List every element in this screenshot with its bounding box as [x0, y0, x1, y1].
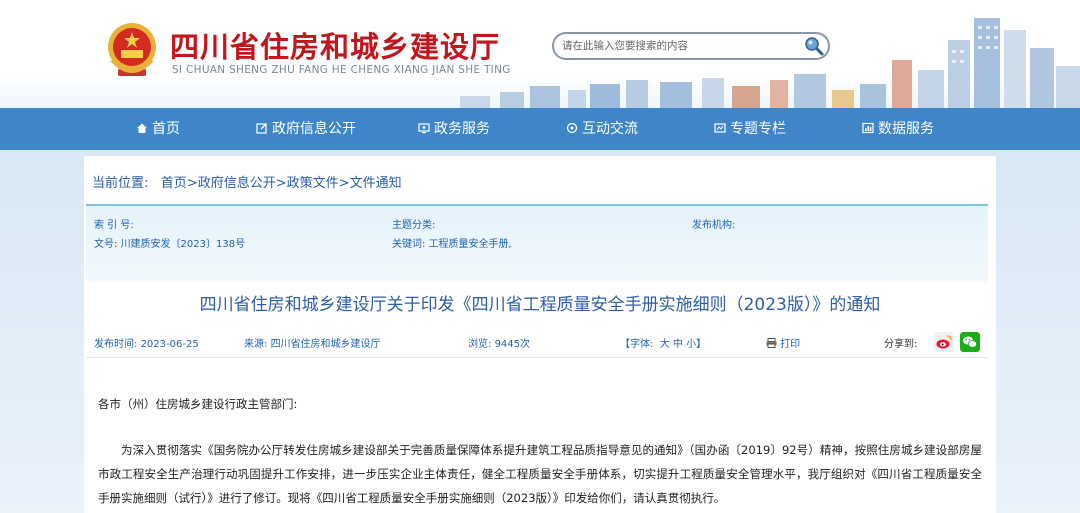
publish-time: 发布时间: 2023-06-25: [94, 335, 199, 350]
index-label: 索 引 号:: [94, 220, 134, 231]
home-icon: [137, 123, 147, 133]
breadcrumb-policy[interactable]: 政策文件: [287, 176, 339, 191]
breadcrumb-home[interactable]: 首页: [161, 176, 187, 191]
font-large-button[interactable]: 大: [660, 339, 670, 350]
national-emblem-icon: [108, 23, 156, 76]
nav-item-label: 互动交流: [582, 121, 638, 137]
article-paragraph: 为深入贯彻落实《国务院办公厅转发住房城乡建设部关于完善质量保障体系提升建筑工程品…: [98, 443, 982, 505]
service-icon: [418, 123, 430, 134]
edit-icon: [256, 123, 267, 134]
publish-date: 2023-06-25: [140, 339, 199, 350]
breadcrumb-gov-info[interactable]: 政府信息公开: [198, 176, 276, 191]
breadcrumb: 当前位置: 首页>政府信息公开>政策文件>文件通知: [92, 172, 402, 191]
data-icon: [862, 122, 874, 134]
article-panel: 当前位置: 首页>政府信息公开>政策文件>文件通知 索 引 号: 主题分类: 发…: [84, 156, 996, 513]
breadcrumb-notice[interactable]: 文件通知: [350, 176, 402, 191]
source-label: 来源:: [244, 339, 268, 350]
nav-item-label: 数据服务: [878, 121, 934, 137]
org-label: 发布机构:: [692, 220, 736, 231]
document-meta: 索 引 号: 主题分类: 发布机构: 文号: 川建质安发〔2023〕138号 关…: [86, 204, 988, 282]
nav-item-gov-service[interactable]: 政务服务: [418, 108, 490, 150]
weibo-icon[interactable]: [934, 332, 954, 352]
breadcrumb-sep: >: [186, 176, 198, 191]
docno-value: 川建质安发〔2023〕138号: [120, 239, 246, 250]
index-number: 索 引 号:: [94, 216, 134, 231]
site-header: 四川省住房和城乡建设厅 SI CHUAN SHENG ZHU FANG HE C…: [0, 0, 1080, 108]
nav-item-interaction[interactable]: 互动交流: [566, 108, 638, 150]
nav-item-label: 专题专栏: [730, 121, 786, 137]
breadcrumb-label: 当前位置:: [92, 176, 149, 191]
share-label: 分享到:: [884, 339, 918, 350]
source-value: 四川省住房和城乡建设厅: [270, 339, 381, 350]
font-label: 【字体:: [620, 339, 654, 350]
publish-label: 发布时间:: [94, 339, 138, 350]
breadcrumb-sep: >: [275, 176, 287, 191]
source: 来源: 四川省住房和城乡建设厅: [244, 335, 381, 350]
main-nav: 首页 政府信息公开 政务服务 互动交流 专题专栏 数据服务: [0, 108, 1080, 150]
article-title: 四川省住房和城乡建设厅关于印发《四川省工程质量安全手册实施细则（2023版）》的…: [199, 295, 881, 315]
topic-label: 主题分类:: [392, 220, 436, 231]
font-medium-button[interactable]: 中: [673, 339, 683, 350]
nav-item-label: 政府信息公开: [272, 121, 356, 137]
nav-item-special-column[interactable]: 专题专栏: [714, 108, 786, 150]
views-value: 9445次: [494, 339, 531, 350]
nav-item-data-service[interactable]: 数据服务: [862, 108, 934, 150]
keywords-value: 工程质量安全手册,: [428, 239, 512, 250]
font-close: 】: [696, 339, 707, 350]
view-count: 浏览: 9445次: [468, 335, 530, 350]
nav-item-home[interactable]: 首页: [136, 108, 180, 150]
docno-label: 文号:: [94, 239, 118, 250]
font-small-button[interactable]: 小: [686, 339, 696, 350]
keywords-label: 关键词:: [392, 239, 426, 250]
wechat-icon[interactable]: [960, 332, 980, 352]
publishing-org: 发布机构:: [692, 216, 735, 231]
column-icon: [714, 123, 726, 133]
interact-icon: [566, 122, 578, 134]
city-skyline-graphic: [460, 18, 1080, 108]
views-label: 浏览:: [468, 339, 492, 350]
topic-category: 主题分类:: [392, 216, 435, 231]
nav-item-gov-info[interactable]: 政府信息公开: [256, 108, 356, 150]
print-label: 打印: [780, 339, 801, 350]
print-button[interactable]: 打印: [766, 335, 800, 350]
keywords: 关键词: 工程质量安全手册,: [392, 235, 512, 250]
nav-item-label: 政务服务: [434, 121, 490, 137]
nav-item-label: 首页: [152, 121, 180, 137]
article-info-bar: 发布时间: 2023-06-25 来源: 四川省住房和城乡建设厅 浏览: 944…: [86, 326, 988, 358]
salutation: 各市（州）住房城乡建设行政主管部门:: [98, 397, 298, 411]
print-icon: [766, 338, 777, 348]
font-size-controls: 【字体: 大 中 小】: [620, 335, 706, 350]
document-number: 文号: 川建质安发〔2023〕138号: [94, 235, 245, 250]
breadcrumb-sep: >: [338, 176, 350, 191]
